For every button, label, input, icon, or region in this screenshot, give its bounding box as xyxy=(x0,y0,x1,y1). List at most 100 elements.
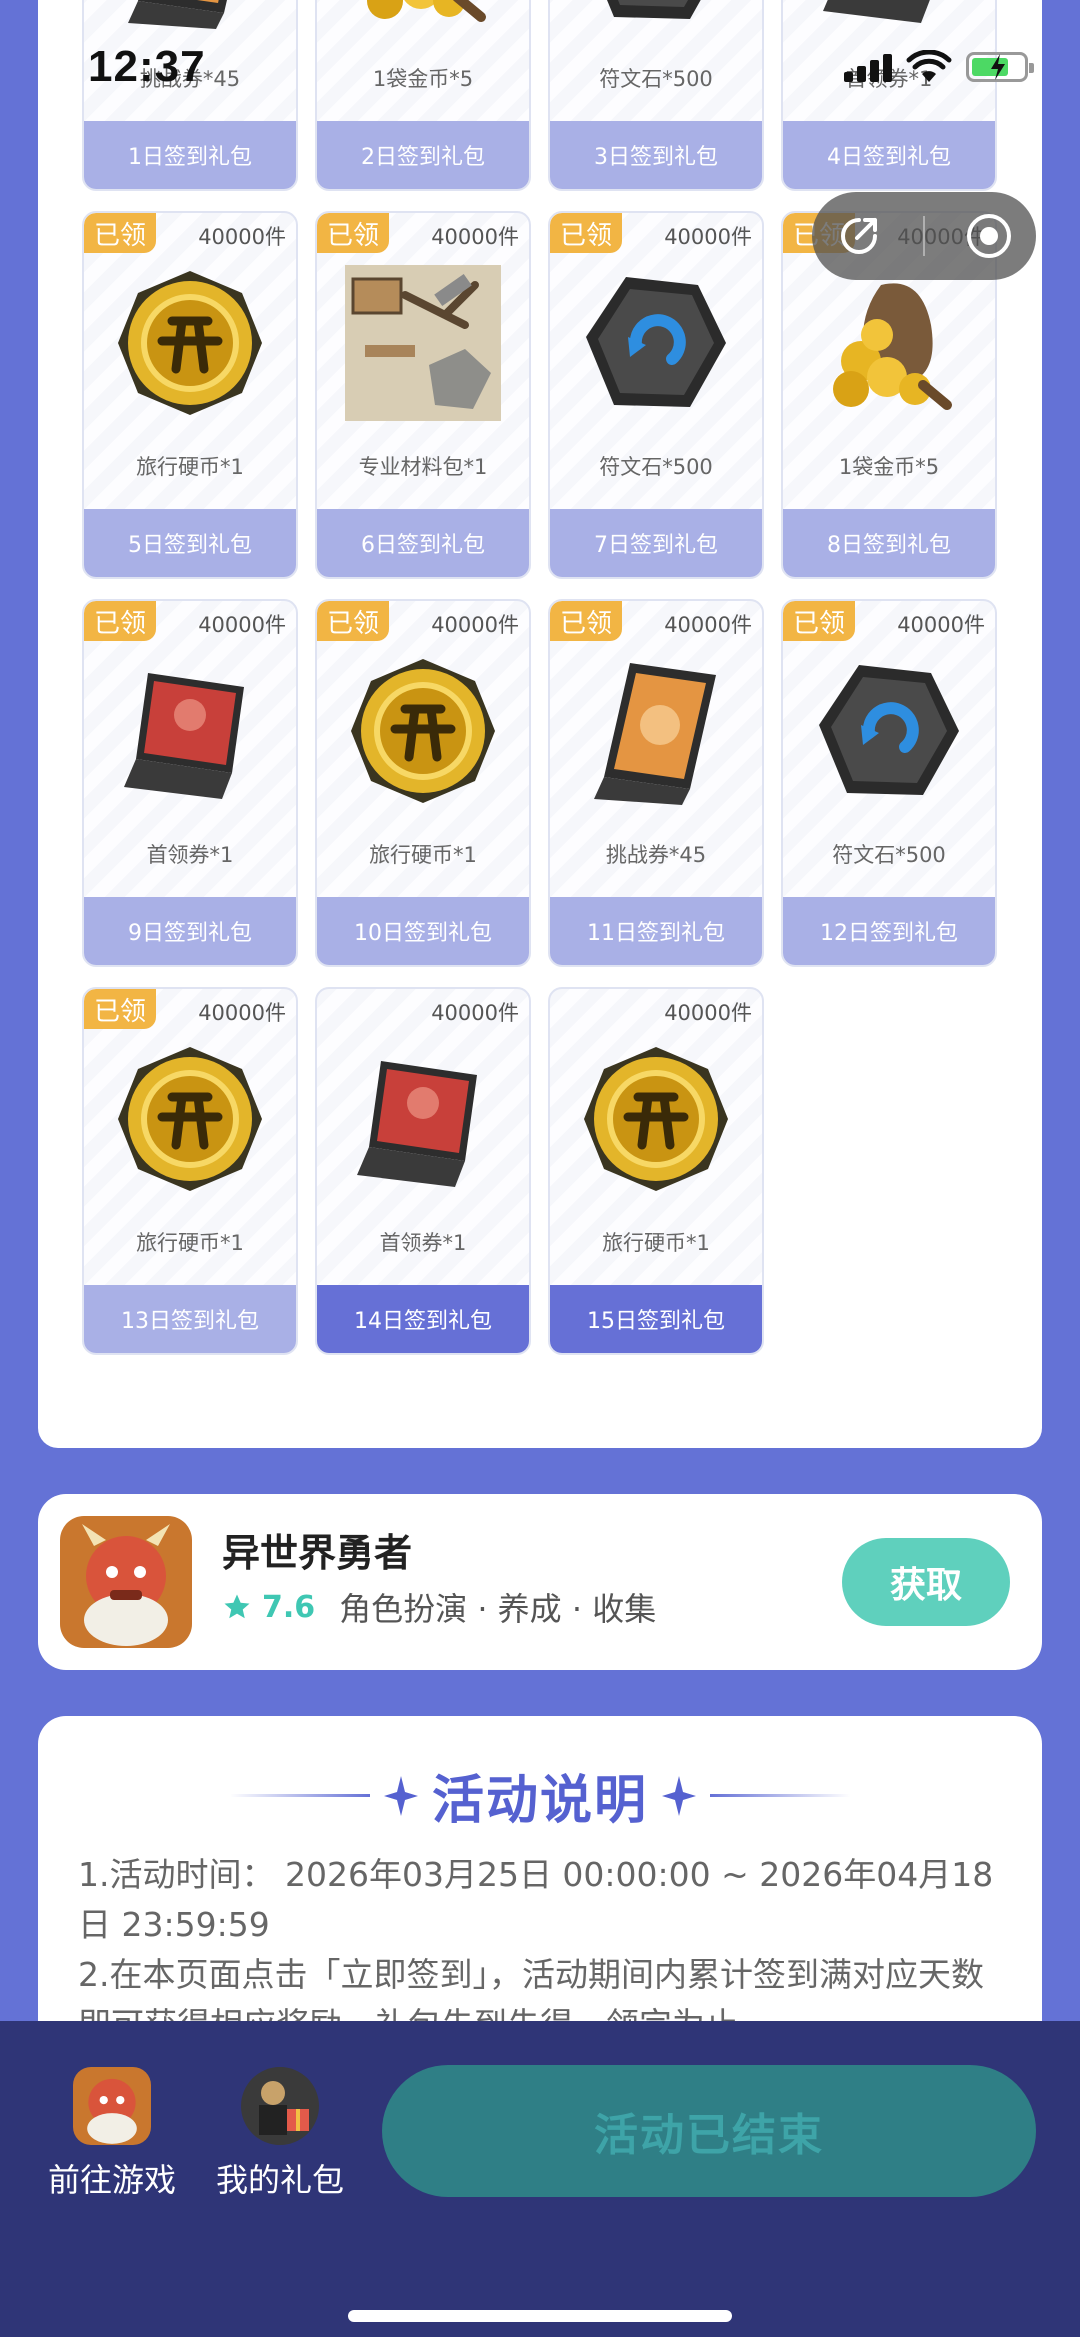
claimed-badge: 已领 xyxy=(84,601,156,641)
claimed-badge: 已领 xyxy=(317,213,389,253)
game-meta: 7.6 角色扮演 · 养成 · 收集 xyxy=(222,1584,656,1630)
stock-count: 40000件 xyxy=(431,225,519,249)
claimed-badge: 已领 xyxy=(550,601,622,641)
activity-ended-button[interactable]: 活动已结束 xyxy=(382,2065,1036,2197)
stock-count: 40000件 xyxy=(664,613,752,637)
gift-card[interactable]: 符文石*500 3日签到礼包 xyxy=(548,0,764,191)
go-game-label: 前往游戏 xyxy=(47,2161,176,2199)
stock-count: 40000件 xyxy=(897,613,985,637)
rune-stone-icon xyxy=(578,0,734,33)
day-gift-button[interactable]: 6日签到礼包 xyxy=(317,509,529,577)
game-rating: 7.6 xyxy=(262,1589,316,1625)
day-gift-button[interactable]: 12日签到礼包 xyxy=(783,897,995,965)
item-name: 符文石*500 xyxy=(599,455,713,479)
claimed-badge: 已领 xyxy=(84,989,156,1029)
ticket-orange-icon xyxy=(112,0,268,33)
gift-card[interactable]: 已领 40000件符文石*500 12日签到礼包 xyxy=(781,599,997,967)
day-gift-button[interactable]: 14日签到礼包 xyxy=(317,1285,529,1353)
day-gift-button[interactable]: 7日签到礼包 xyxy=(550,509,762,577)
gift-card[interactable]: 40000件首领券*1 14日签到礼包 xyxy=(315,987,531,1355)
rune-stone-icon xyxy=(578,265,734,421)
sparkle-icon xyxy=(383,1775,418,1816)
gold-bag-icon xyxy=(811,265,967,421)
miniprogram-capsule xyxy=(812,192,1036,280)
wifi-icon xyxy=(906,50,952,82)
claimed-badge: 已领 xyxy=(783,601,855,641)
gift-card[interactable]: 已领 40000件专业材料包*1 6日签到礼包 xyxy=(315,211,531,579)
day-gift-button[interactable]: 5日签到礼包 xyxy=(84,509,296,577)
rules-title-wrap: 活动说明 xyxy=(38,1758,1042,1833)
ticket-red-icon xyxy=(345,1041,501,1197)
close-miniprogram-icon[interactable] xyxy=(959,206,1019,266)
travel-coin-icon xyxy=(345,653,501,809)
game-app-icon[interactable] xyxy=(60,1516,192,1648)
claimed-badge: 已领 xyxy=(317,601,389,641)
day-gift-button[interactable]: 2日签到礼包 xyxy=(317,121,529,189)
gift-card[interactable]: 已领 40000件 旅行硬币*1 13日签到礼包 xyxy=(82,987,298,1355)
gold-bag-icon xyxy=(345,0,501,33)
ticket-red-icon xyxy=(811,0,967,33)
gift-card[interactable]: 挑战券*45 1日签到礼包 xyxy=(82,0,298,191)
item-name: 旅行硬币*1 xyxy=(602,1231,710,1255)
item-name: 符文石*500 xyxy=(599,67,713,91)
ticket-red-icon xyxy=(112,653,268,809)
stock-count: 40000件 xyxy=(198,225,286,249)
gift-card[interactable]: 已领 40000件 旅行硬币*1 10日签到礼包 xyxy=(315,599,531,967)
claimed-badge: 已领 xyxy=(550,213,622,253)
gift-card[interactable]: 40000件 旅行硬币*1 15日签到礼包 xyxy=(548,987,764,1355)
travel-coin-icon xyxy=(112,1041,268,1197)
item-name: 旅行硬币*1 xyxy=(369,843,477,867)
travel-coin-icon xyxy=(578,1041,734,1197)
day-gift-button[interactable]: 15日签到礼包 xyxy=(550,1285,762,1353)
day-gift-button[interactable]: 3日签到礼包 xyxy=(550,121,762,189)
game-name: 异世界勇者 xyxy=(222,1531,413,1575)
gift-card[interactable]: 1袋金币*5 2日签到礼包 xyxy=(315,0,531,191)
gift-card[interactable]: 已领 40000件挑战券*45 11日签到礼包 xyxy=(548,599,764,967)
day-gift-button[interactable]: 8日签到礼包 xyxy=(783,509,995,577)
stock-count: 40000件 xyxy=(431,1001,519,1025)
game-info-card: 异世界勇者 7.6 角色扮演 · 养成 · 收集 获取 xyxy=(38,1494,1042,1670)
item-name: 挑战券*45 xyxy=(605,843,707,867)
gift-card[interactable]: 首领券*14日签到礼包 xyxy=(781,0,997,191)
stock-count: 40000件 xyxy=(198,613,286,637)
gift-avatar-icon xyxy=(241,2067,319,2145)
claimed-badge: 已领 xyxy=(84,213,156,253)
bottom-action-bar: 前往游戏 我的礼包 活动已结束 xyxy=(0,2021,1080,2337)
stock-count: 40000件 xyxy=(664,225,752,249)
day-gift-button[interactable]: 1日签到礼包 xyxy=(84,121,296,189)
day-gift-button[interactable]: 4日签到礼包 xyxy=(783,121,995,189)
item-name: 符文石*500 xyxy=(832,843,946,867)
sparkle-icon xyxy=(662,1775,696,1816)
stock-count: 40000件 xyxy=(198,1001,286,1025)
rules-body: 1.活动时间： 2026年03月25日 00:00:00 ~ 2026年04月1… xyxy=(78,1850,1002,2050)
ticket-orange-icon xyxy=(578,653,734,809)
go-game-button[interactable]: 前往游戏 xyxy=(37,2067,187,2201)
day-gift-button[interactable]: 11日签到礼包 xyxy=(550,897,762,965)
status-icons xyxy=(844,50,1034,84)
star-icon xyxy=(224,1594,250,1619)
item-name: 1袋金币*5 xyxy=(838,455,940,479)
my-gifts-label: 我的礼包 xyxy=(215,2161,344,2199)
rules-line-1: 1.活动时间： 2026年03月25日 00:00:00 ~ 2026年04月1… xyxy=(78,1855,994,1944)
rune-stone-icon xyxy=(811,653,967,809)
day-gift-button[interactable]: 13日签到礼包 xyxy=(84,1285,296,1353)
share-icon[interactable] xyxy=(829,206,889,266)
item-name: 专业材料包*1 xyxy=(358,455,488,479)
my-gifts-button[interactable]: 我的礼包 xyxy=(205,2067,355,2201)
gift-card[interactable]: 已领 40000件符文石*500 7日签到礼包 xyxy=(548,211,764,579)
status-time: 12:37 xyxy=(88,42,206,91)
rules-title: 活动说明 xyxy=(431,1771,648,1831)
item-name: 首领券*1 xyxy=(379,1231,467,1255)
day-gift-button[interactable]: 9日签到礼包 xyxy=(84,897,296,965)
battery-icon xyxy=(966,52,1034,82)
game-app-icon xyxy=(73,2067,151,2145)
day-gift-button[interactable]: 10日签到礼包 xyxy=(317,897,529,965)
material-pack-icon xyxy=(345,265,501,421)
gift-card[interactable]: 已领 40000件首领券*1 9日签到礼包 xyxy=(82,599,298,967)
item-name: 首领券*1 xyxy=(146,843,234,867)
item-name: 旅行硬币*1 xyxy=(136,455,244,479)
home-indicator xyxy=(348,2310,732,2322)
get-game-button[interactable]: 获取 xyxy=(842,1538,1010,1626)
signal-icon xyxy=(844,52,892,82)
gift-card[interactable]: 已领 40000件旅行硬币*1 5日签到礼包 xyxy=(82,211,298,579)
